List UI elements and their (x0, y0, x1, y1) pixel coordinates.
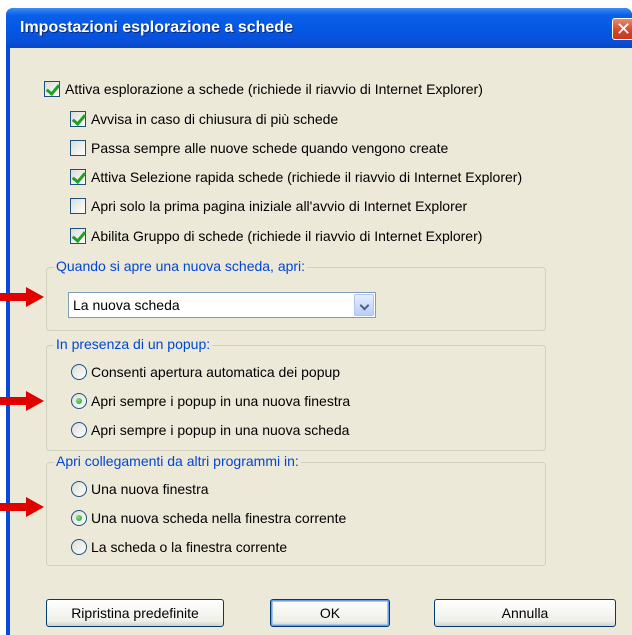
radio-label: Una nuova scheda nella finestra corrente (91, 510, 347, 526)
checkbox-box[interactable] (70, 228, 86, 244)
radio-popup-new-tab[interactable]: Apri sempre i popup in una nuova scheda (71, 420, 349, 440)
restore-defaults-label: Ripristina predefinite (71, 605, 199, 621)
radio-circle[interactable] (71, 481, 87, 497)
restore-defaults-button[interactable]: Ripristina predefinite (46, 599, 224, 627)
radio-popup-new-window[interactable]: Apri sempre i popup in una nuova finestr… (71, 391, 350, 411)
checkbox-box[interactable] (44, 81, 60, 97)
new-tab-select[interactable]: La nuova scheda (68, 292, 376, 318)
radio-circle[interactable] (71, 364, 87, 380)
radio-circle[interactable] (71, 422, 87, 438)
checkbox-warn-close[interactable]: Avvisa in caso di chiusura di più schede (70, 109, 338, 129)
checkbox-quick-tabs[interactable]: Attiva Selezione rapida schede (richiede… (70, 167, 522, 187)
radio-links-current[interactable]: La scheda o la finestra corrente (71, 537, 287, 557)
radio-label: La scheda o la finestra corrente (91, 539, 288, 555)
checkbox-box[interactable] (70, 198, 86, 214)
new-tab-group-legend: Quando si apre una nuova scheda, apri: (54, 258, 308, 274)
checkbox-label: Avvisa in caso di chiusura di più schede (91, 111, 339, 127)
radio-links-new-tab[interactable]: Una nuova scheda nella finestra corrente (71, 508, 346, 528)
radio-circle[interactable] (71, 393, 87, 409)
window-title: Impostazioni esplorazione a schede (20, 19, 293, 36)
radio-links-new-window[interactable]: Una nuova finestra (71, 479, 209, 499)
radio-label: Apri sempre i popup in una nuova scheda (91, 422, 350, 438)
checkbox-label: Passa sempre alle nuove schede quando ve… (91, 140, 449, 156)
close-button[interactable]: ✕ (612, 18, 632, 40)
title-bar[interactable]: Impostazioni esplorazione a schede ✕ (6, 8, 632, 48)
checkbox-box[interactable] (70, 169, 86, 185)
checkbox-box[interactable] (70, 140, 86, 156)
checkbox-switch-new-tab[interactable]: Passa sempre alle nuove schede quando ve… (70, 138, 448, 158)
ok-button[interactable]: OK (270, 599, 390, 627)
close-icon: ✕ (616, 19, 632, 39)
popup-group-legend: In presenza di un popup: (54, 336, 213, 352)
checkbox-label: Apri solo la prima pagina iniziale all'a… (91, 198, 468, 214)
checkbox-first-home-page[interactable]: Apri solo la prima pagina iniziale all'a… (70, 196, 467, 216)
checkbox-label: Attiva esplorazione a schede (richiede i… (65, 81, 483, 97)
chevron-down-icon[interactable] (354, 294, 374, 316)
checkbox-enable-tabs[interactable]: Attiva esplorazione a schede (richiede i… (44, 79, 483, 99)
radio-circle[interactable] (71, 510, 87, 526)
links-group-legend: Apri collegamenti da altri programmi in: (54, 453, 301, 469)
ok-label: OK (319, 605, 341, 621)
radio-popup-auto[interactable]: Consenti apertura automatica dei popup (71, 362, 340, 382)
radio-label: Apri sempre i popup in una nuova finestr… (91, 393, 351, 409)
radio-label: Una nuova finestra (91, 481, 209, 497)
dialog-client-area: Attiva esplorazione a schede (richiede i… (10, 48, 632, 635)
new-tab-select-value: La nuova scheda (73, 297, 180, 313)
checkbox-label: Attiva Selezione rapida schede (richiede… (91, 169, 523, 185)
checkbox-tab-groups[interactable]: Abilita Gruppo di schede (richiede il ri… (70, 226, 482, 246)
red-arrow-icon (0, 391, 44, 411)
radio-circle[interactable] (71, 539, 87, 555)
checkbox-box[interactable] (70, 111, 86, 127)
dialog-window: Impostazioni esplorazione a schede ✕ Att… (6, 8, 632, 635)
cancel-label: Annulla (501, 605, 549, 621)
red-arrow-icon (0, 287, 44, 307)
radio-label: Consenti apertura automatica dei popup (91, 364, 341, 380)
cancel-button[interactable]: Annulla (434, 599, 616, 627)
red-arrow-icon (0, 497, 44, 517)
checkbox-label: Abilita Gruppo di schede (richiede il ri… (91, 228, 483, 244)
